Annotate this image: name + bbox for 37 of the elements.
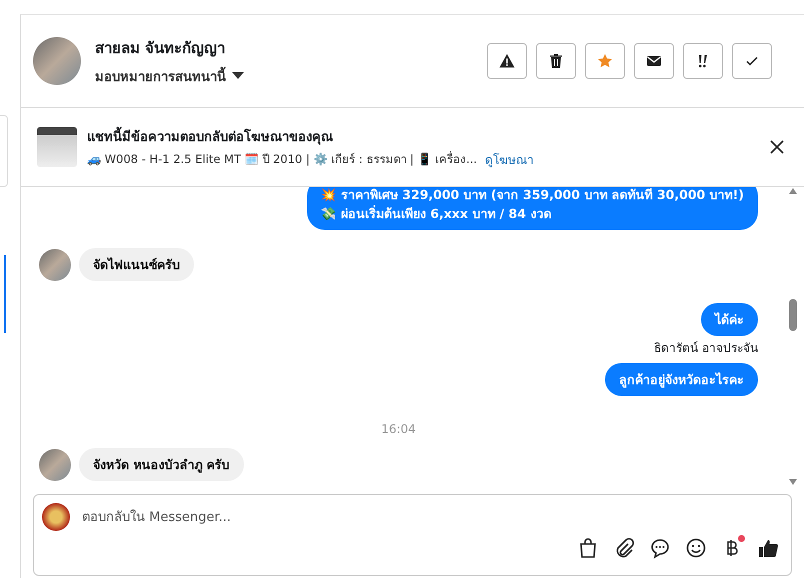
smiley-icon	[685, 537, 707, 559]
ad-details: 🚙 W008 - H-1 2.5 Elite MT 🗓 ปี 2010 | ⚙ เกียร์ : ธรรมดา | 📱 เครื่อง...	[87, 150, 478, 168]
check-button[interactable]	[732, 43, 772, 79]
incoming-message: จังหวัด หนองบัวลำภู ครับ	[79, 448, 244, 481]
car-photo-placeholder	[37, 127, 77, 167]
trash-icon	[548, 53, 564, 69]
scroll-down-icon[interactable]	[788, 478, 798, 486]
warning-button[interactable]	[487, 43, 527, 79]
page-logo-icon	[42, 503, 70, 531]
scroll-up-icon[interactable]	[788, 187, 798, 195]
warning-icon	[499, 53, 515, 69]
outgoing-message: ลูกค้าอยู่จังหวัดอะไรคะ	[605, 363, 758, 396]
ad-title: แชทนี้มีข้อความตอบกลับต่อโฆษณาของคุณ	[87, 126, 766, 146]
sender-name: ธิดารัตน์ อาจประจัน	[654, 340, 758, 357]
chat-bubble-icon	[649, 537, 671, 559]
outgoing-message: ได้ค่ะ	[701, 303, 758, 336]
trash-button[interactable]	[536, 43, 576, 79]
mail-button[interactable]	[634, 43, 674, 79]
avatar-photo-placeholder	[39, 448, 71, 480]
caret-icon	[232, 72, 244, 80]
shopping-bag-icon	[577, 537, 599, 559]
star-icon	[597, 53, 613, 69]
assign-dropdown[interactable]: มอบหมายการสนทนานี้	[95, 66, 244, 86]
reply-box[interactable]: ตอบกลับใน Messenger...	[33, 494, 792, 576]
scrollbar-thumb[interactable]	[789, 299, 797, 331]
avatar-photo-placeholder	[39, 248, 71, 280]
incoming-message: จัดไฟแนนซ์ครับ	[79, 248, 194, 281]
outgoing-message: 💥 ราคาพิเศษ 329,000 บาท (จาก 359,000 บาท ลดทันที 30,000 บาท!) 💸 ผ่อนเริ่มต้นเพียง 6,xxx บาท / 84 งวด	[306, 187, 758, 230]
urgent-button[interactable]	[683, 43, 723, 79]
view-ad-link[interactable]: ดูโฆษณา	[485, 150, 534, 168]
contact-name: สายลม จันทะกัญญา	[95, 38, 226, 59]
thumbs-up-icon	[757, 537, 779, 559]
avatar-photo-placeholder	[33, 37, 81, 85]
timestamp: 16:04	[381, 422, 416, 436]
close-icon	[770, 140, 784, 154]
star-button[interactable]	[585, 43, 625, 79]
mail-icon	[646, 53, 662, 69]
